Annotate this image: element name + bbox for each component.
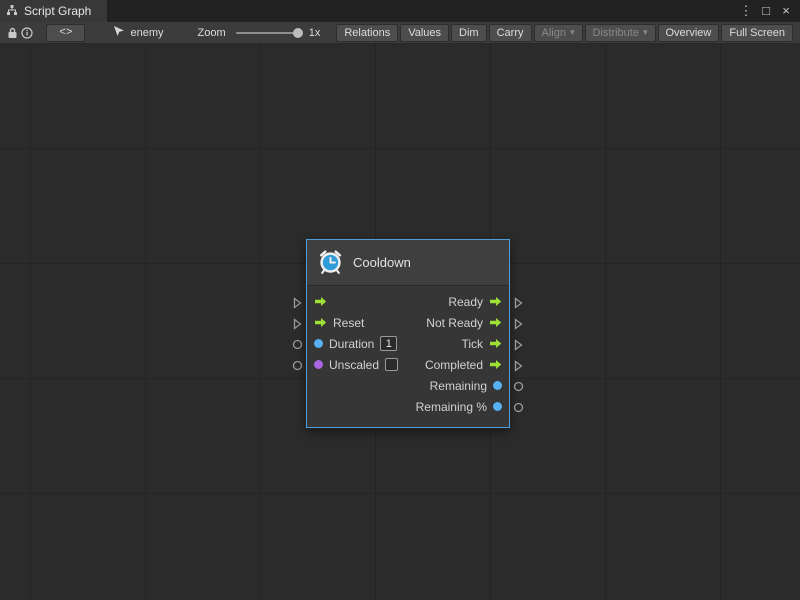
maximize-icon[interactable]: □ [758,0,774,22]
node-row: Remaining % [307,396,509,417]
relations-button[interactable]: Relations [336,24,398,42]
node-header[interactable]: Cooldown [307,240,509,286]
value-output-port[interactable] [493,381,502,390]
port-label: Tick [461,337,483,351]
distribute-label: Distribute [593,27,639,39]
target-name: enemy [130,27,163,39]
flow-output-port[interactable] [489,317,502,328]
tab-script-graph[interactable]: Script Graph [0,0,107,22]
external-output-connectors [510,239,527,418]
external-flow-connector[interactable] [289,313,306,334]
port-label: Reset [333,316,364,330]
external-flow-connector[interactable] [510,355,527,376]
graph-target[interactable]: enemy [113,25,163,40]
port-label: Not Ready [426,316,483,330]
full-screen-button[interactable]: Full Screen [721,24,793,42]
node-title: Cooldown [353,255,411,270]
info-icon[interactable] [20,24,35,42]
tab-title: Script Graph [24,4,91,18]
unscaled-checkbox[interactable] [385,358,398,371]
port-label: Duration [329,337,374,351]
align-button[interactable]: Align ▾ [534,24,583,42]
flow-input-port[interactable] [314,296,327,307]
node-body: Ready Reset Not Ready [307,286,509,427]
node-row: Ready [307,291,509,312]
external-value-connector[interactable] [510,376,527,397]
external-value-connector[interactable] [289,334,306,355]
code-view-button[interactable]: <> [46,24,85,42]
external-value-connector[interactable] [289,355,306,376]
port-label: Remaining [430,379,487,393]
value-output-port[interactable] [493,402,502,411]
external-flow-connector[interactable] [510,334,527,355]
value-input-port[interactable] [314,339,323,348]
node-row: Reset Not Ready [307,312,509,333]
window-controls: ⋮ □ × [738,0,800,22]
zoom-slider-handle[interactable] [293,28,303,38]
port-label: Ready [448,295,483,309]
port-label: Unscaled [329,358,379,372]
dim-button[interactable]: Dim [451,24,487,42]
duration-field[interactable]: 1 [380,336,397,351]
value-input-port[interactable] [314,360,323,369]
cooldown-node-group: Cooldown Ready [289,239,527,428]
external-flow-connector[interactable] [289,292,306,313]
zoom-value: 1x [309,27,321,39]
lock-icon[interactable] [5,24,20,42]
align-label: Align [542,27,566,39]
script-graph-icon [6,4,18,19]
zoom-slider[interactable] [236,27,303,39]
alarm-clock-icon [317,248,344,278]
zoom-label: Zoom [198,27,226,39]
values-button[interactable]: Values [400,24,449,42]
chevron-down-icon: ▾ [570,27,575,38]
window-titlebar: Script Graph ⋮ □ × [0,0,800,22]
overview-button[interactable]: Overview [658,24,720,42]
graph-toolbar: <> enemy Zoom 1x Relations Values Dim Ca… [0,22,800,44]
graph-canvas[interactable]: Cooldown Ready [0,44,800,600]
external-flow-connector[interactable] [510,313,527,334]
flow-output-port[interactable] [489,338,502,349]
port-label: Completed [425,358,483,372]
chevron-down-icon: ▾ [643,27,648,38]
carry-button[interactable]: Carry [489,24,532,42]
node-row: Remaining [307,375,509,396]
kebab-menu-icon[interactable]: ⋮ [738,0,754,22]
port-label: Remaining % [416,400,487,414]
cooldown-node[interactable]: Cooldown Ready [306,239,510,428]
distribute-button[interactable]: Distribute ▾ [585,24,656,42]
flow-output-port[interactable] [489,359,502,370]
node-row: Duration 1 Tick [307,333,509,354]
external-flow-connector[interactable] [510,292,527,313]
external-input-connectors [289,239,306,376]
node-row: Unscaled Completed [307,354,509,375]
close-icon[interactable]: × [778,0,794,22]
pointer-icon [113,25,125,40]
flow-input-port[interactable] [314,317,327,328]
external-value-connector[interactable] [510,397,527,418]
flow-output-port[interactable] [489,296,502,307]
